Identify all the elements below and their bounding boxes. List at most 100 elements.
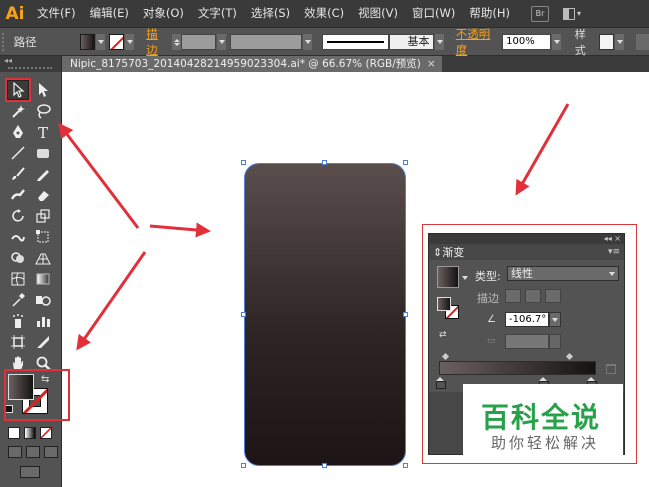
midpoint-diamond[interactable] xyxy=(565,352,574,361)
pencil-tool-icon[interactable] xyxy=(32,164,54,184)
gradient-slider[interactable] xyxy=(439,361,596,375)
menu-object[interactable]: 对象(O) xyxy=(136,0,191,27)
symbol-sprayer-tool-icon[interactable] xyxy=(7,311,29,331)
draw-inside-icon[interactable] xyxy=(44,446,58,458)
type-tool-icon[interactable]: T xyxy=(32,122,54,142)
tools-panel-header[interactable]: ◂◂ xyxy=(0,56,61,72)
reverse-gradient-icon[interactable]: ⇄ xyxy=(439,330,453,344)
style-dropdown-icon[interactable] xyxy=(614,33,625,50)
gradient-stop-start[interactable] xyxy=(436,377,446,389)
gradient-tool-icon[interactable] xyxy=(32,269,54,289)
gradient-type-select[interactable]: 线性 xyxy=(507,266,619,281)
menu-help[interactable]: 帮助(H) xyxy=(462,0,517,27)
draw-normal-icon[interactable] xyxy=(8,446,22,458)
collapse-panel-icon[interactable]: ◂◂ xyxy=(604,234,612,243)
selection-handle[interactable] xyxy=(322,463,327,468)
opacity-label[interactable]: 不透明度 xyxy=(456,26,498,58)
magic-wand-tool-icon[interactable] xyxy=(7,101,29,121)
perspective-grid-tool-icon[interactable] xyxy=(32,248,54,268)
menu-window[interactable]: 窗口(W) xyxy=(405,0,462,27)
shape-builder-tool-icon[interactable] xyxy=(7,248,29,268)
lasso-tool-icon[interactable] xyxy=(32,101,54,121)
direct-selection-tool-icon[interactable] xyxy=(32,80,54,100)
panel-menu-icon[interactable]: ▾≡ xyxy=(608,247,620,257)
column-graph-tool-icon[interactable] xyxy=(32,311,54,331)
graphic-style-swatch[interactable] xyxy=(599,33,614,50)
artboard-tool-icon[interactable] xyxy=(7,332,29,352)
panel-fill-swatch[interactable] xyxy=(437,297,451,311)
selection-handle[interactable] xyxy=(403,312,408,317)
variable-width-dropdown-icon[interactable] xyxy=(303,33,313,50)
stroke-color-swatch[interactable] xyxy=(109,33,125,50)
selection-handle[interactable] xyxy=(403,463,408,468)
control-bar-grip[interactable] xyxy=(2,32,8,51)
aspect-ratio-dropdown-icon[interactable] xyxy=(549,334,561,349)
warp-tool-icon[interactable] xyxy=(7,227,29,247)
workspace-layout-icon[interactable]: ▾ xyxy=(562,6,589,22)
gradient-preview-swatch[interactable] xyxy=(437,266,459,288)
selection-handle[interactable] xyxy=(241,160,246,165)
document-tab[interactable]: Nipic_8175703_20140428214959023304.ai* @… xyxy=(62,56,442,72)
rectangle-tool-icon[interactable] xyxy=(32,143,54,163)
variable-width-field[interactable] xyxy=(230,33,303,50)
aspect-ratio-field[interactable] xyxy=(505,334,549,349)
close-panel-icon[interactable]: × xyxy=(614,234,621,243)
tools-panel-grip[interactable] xyxy=(8,67,52,69)
angle-dropdown-icon[interactable] xyxy=(549,312,561,327)
fill-color-swatch[interactable] xyxy=(80,33,95,50)
selection-tool-icon[interactable] xyxy=(7,80,29,100)
draw-behind-icon[interactable] xyxy=(26,446,40,458)
pen-tool-icon[interactable] xyxy=(7,122,29,142)
selection-handle[interactable] xyxy=(403,160,408,165)
free-transform-tool-icon[interactable] xyxy=(32,227,54,247)
blob-brush-tool-icon[interactable] xyxy=(7,185,29,205)
menu-view[interactable]: 视图(V) xyxy=(351,0,405,27)
stroke-weight-field[interactable] xyxy=(180,33,216,50)
eraser-tool-icon[interactable] xyxy=(32,185,54,205)
color-mode-button[interactable] xyxy=(8,427,20,439)
panel-header[interactable]: ◂◂ × xyxy=(429,234,624,244)
brush-definition-field[interactable]: 基本 xyxy=(388,33,434,50)
menu-edit[interactable]: 编辑(E) xyxy=(83,0,136,27)
midpoint-diamond[interactable] xyxy=(441,352,450,361)
opacity-dropdown-icon[interactable] xyxy=(551,33,561,50)
selection-handle[interactable] xyxy=(322,160,327,165)
stroke-weight-spinner[interactable] xyxy=(171,33,181,50)
fill-dropdown-icon[interactable] xyxy=(95,33,106,50)
none-mode-button[interactable] xyxy=(40,427,52,439)
eyedropper-tool-icon[interactable] xyxy=(7,290,29,310)
stroke-across-icon[interactable] xyxy=(545,289,561,303)
selection-handle[interactable] xyxy=(241,463,246,468)
mesh-tool-icon[interactable] xyxy=(7,269,29,289)
stroke-weight-label[interactable]: 描边 xyxy=(146,26,167,58)
menu-file[interactable]: 文件(F) xyxy=(30,0,83,27)
menu-select[interactable]: 选择(S) xyxy=(244,0,297,27)
close-tab-icon[interactable]: × xyxy=(427,58,436,70)
gradient-tab[interactable]: ⇕渐变 xyxy=(433,244,464,260)
slice-tool-icon[interactable] xyxy=(32,332,54,352)
stroke-dropdown-icon[interactable] xyxy=(125,33,135,50)
gradient-mode-button[interactable] xyxy=(24,427,36,439)
rotate-tool-icon[interactable] xyxy=(7,206,29,226)
angle-field[interactable]: -106.7° xyxy=(505,312,549,327)
blend-tool-icon[interactable] xyxy=(32,290,54,310)
control-bar-menu-icon[interactable] xyxy=(636,33,649,50)
stroke-along-icon[interactable] xyxy=(525,289,541,303)
line-tool-icon[interactable] xyxy=(7,143,29,163)
opacity-field[interactable]: 100% xyxy=(502,33,551,50)
paintbrush-tool-icon[interactable] xyxy=(7,164,29,184)
delete-stop-icon[interactable] xyxy=(606,364,616,374)
gradient-rounded-rectangle[interactable] xyxy=(244,163,406,466)
change-screen-mode-icon[interactable] xyxy=(20,466,40,478)
brush-dropdown-icon[interactable] xyxy=(434,33,444,50)
stroke-within-icon[interactable] xyxy=(505,289,521,303)
bridge-button[interactable]: Br xyxy=(530,5,549,22)
scale-tool-icon[interactable] xyxy=(32,206,54,226)
panel-tab-row: ⇕渐变 ▾≡ xyxy=(429,244,624,260)
menu-type[interactable]: 文字(T) xyxy=(191,0,244,27)
selection-handle[interactable] xyxy=(241,312,246,317)
menu-effect[interactable]: 效果(C) xyxy=(297,0,351,27)
control-bar: 路径 描边 基本 不透明度 100% 样式 xyxy=(0,26,649,58)
gradient-presets-dropdown-icon[interactable] xyxy=(462,276,468,283)
stroke-weight-dropdown-icon[interactable] xyxy=(216,33,227,50)
